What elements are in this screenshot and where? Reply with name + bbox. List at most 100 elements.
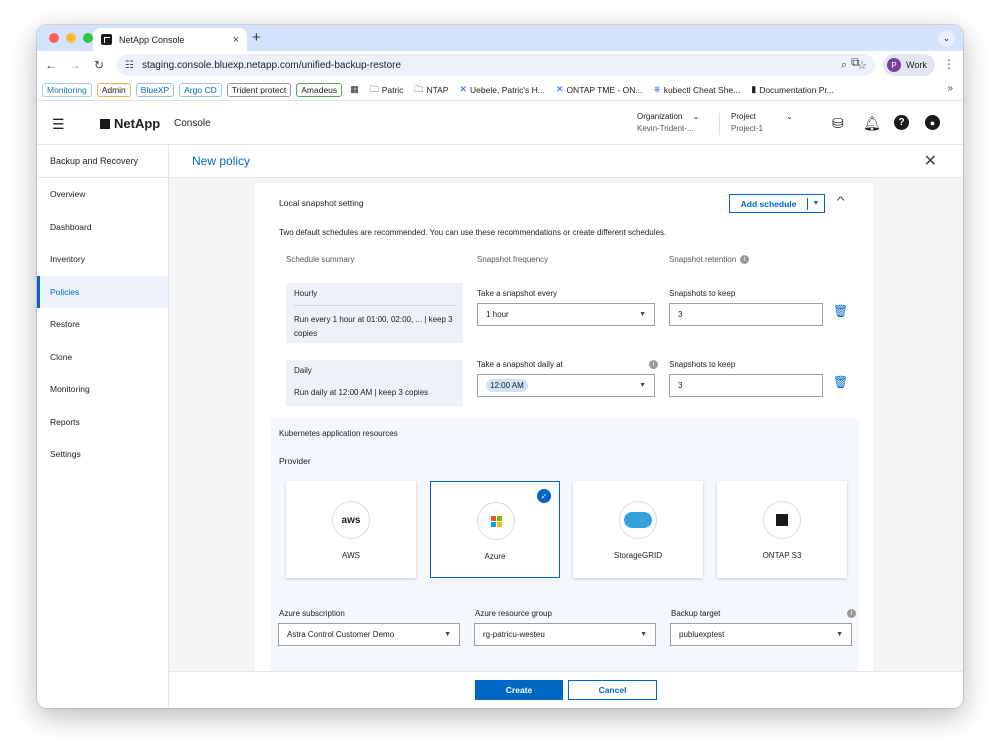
resource-group-value: rg-patricu-westeu: [483, 630, 545, 639]
bookmark-monitoring[interactable]: Monitoring: [42, 82, 92, 97]
page-header: New policy ✕: [169, 145, 963, 178]
browser-tab[interactable]: NetApp Console ×: [93, 28, 247, 51]
chevron-up-icon[interactable]: ^: [837, 195, 845, 207]
help-icon[interactable]: ?: [894, 115, 909, 130]
bookmark-folder-patric[interactable]: 🗀 Patric: [367, 82, 407, 98]
browser-window: NetApp Console × + ⌄ ← → ↻ ☷ staging.con…: [37, 25, 963, 708]
bookmark-documentation[interactable]: ▮ Documentation Pr...: [748, 84, 837, 95]
bookmarks-overflow-icon[interactable]: »: [947, 83, 953, 94]
sidebar-title: Backup and Recovery: [37, 145, 168, 178]
project-selector[interactable]: Project ⌄ Project-1: [731, 111, 793, 135]
hourly-frequency-select[interactable]: 1 hour ▼: [477, 303, 655, 326]
info-icon[interactable]: i: [847, 609, 856, 618]
close-icon[interactable]: ✕: [924, 151, 937, 171]
bookmark-amadeus[interactable]: Amadeus: [296, 82, 343, 97]
netapp-square: [776, 514, 788, 526]
sidebar-item-overview[interactable]: Overview: [37, 178, 168, 211]
info-icon[interactable]: i: [740, 255, 750, 265]
hourly-keep-input[interactable]: 3: [669, 303, 823, 326]
add-schedule-button[interactable]: Add schedule ▼: [729, 194, 825, 213]
provider-card-aws[interactable]: aws AWS: [286, 481, 416, 578]
bookmark-trident-protect[interactable]: Trident protect: [226, 82, 292, 97]
browser-menu-icon[interactable]: ⋮: [943, 57, 955, 71]
bookmark-ontap-tme[interactable]: ✕ ONTAP TME - ON...: [553, 84, 646, 95]
site-info-icon[interactable]: ☷: [125, 60, 134, 71]
back-icon[interactable]: ←: [39, 58, 63, 72]
subscription-value: Astra Control Customer Demo: [287, 630, 395, 639]
bookmark-kubectl[interactable]: ⎈ kubectl Cheat She...: [650, 84, 743, 95]
intro-text: Two default schedules are recommended. Y…: [279, 228, 667, 237]
organization-selector[interactable]: Organization ⌄ Kevin-Trident-...: [637, 111, 699, 135]
window-controls: [49, 33, 93, 43]
sidebar-item-restore[interactable]: Restore: [37, 308, 168, 341]
daily-keep-input[interactable]: 3: [669, 374, 823, 397]
close-window-button[interactable]: [49, 33, 59, 43]
workload-icon[interactable]: ⛁: [832, 115, 844, 132]
bookmark-label: Documentation Pr...: [759, 84, 834, 95]
extensions-icon[interactable]: ⧉: [851, 55, 860, 70]
bookmark-folder-ntap[interactable]: 🗀 NTAP: [411, 82, 451, 98]
cancel-button[interactable]: Cancel: [568, 680, 657, 700]
trash-icon[interactable]: 🗑︎: [833, 375, 848, 389]
maximize-window-button[interactable]: [83, 33, 93, 43]
reload-icon[interactable]: ↻: [87, 58, 111, 72]
hourly-title: Hourly: [294, 289, 455, 306]
bookmark-apps-grid[interactable]: ▦: [347, 84, 362, 95]
bookmark-bluexp[interactable]: BlueXP: [135, 82, 175, 97]
bookmark-label: NTAP: [426, 84, 449, 95]
info-icon[interactable]: i: [649, 360, 658, 369]
bookmark-admin[interactable]: Admin: [96, 82, 131, 97]
subscription-select[interactable]: Astra Control Customer Demo ▼: [278, 623, 460, 646]
bookmark-label: Patric: [381, 84, 404, 95]
sidebar-item-settings[interactable]: Settings: [37, 438, 168, 471]
main-panel: New policy ✕ Local snapshot setting Add …: [169, 145, 963, 708]
daily-time-select[interactable]: 12:00 AM ▼: [477, 374, 655, 397]
organization-label: Organization ⌄: [637, 112, 700, 121]
bookmark-argo-cd[interactable]: Argo CD: [179, 82, 222, 97]
sidebar-item-clone[interactable]: Clone: [37, 341, 168, 374]
brand-name: NetApp: [114, 116, 161, 131]
profile-name: Work: [906, 60, 927, 70]
tab-search-button[interactable]: ⌄: [938, 30, 955, 47]
kubernetes-icon: ⎈: [653, 84, 661, 94]
daily-time-value-wrap: 12:00 AM: [486, 379, 639, 392]
chevron-down-icon: ⌄: [786, 112, 793, 121]
caret-down-icon: ▼: [640, 631, 647, 638]
backup-target-select[interactable]: publuexptest ▼: [670, 623, 852, 646]
provider-card-azure[interactable]: Azure ✓: [430, 481, 560, 578]
hamburger-menu-icon[interactable]: ☰: [52, 116, 65, 133]
console-label: Console: [174, 118, 211, 129]
address-bar[interactable]: ☷ staging.console.bluexp.netapp.com/unif…: [117, 54, 875, 76]
sidebar-item-dashboard[interactable]: Dashboard: [37, 211, 168, 244]
confluence-icon: ✕: [459, 84, 468, 94]
sidebar: Backup and Recovery Overview Dashboard I…: [37, 145, 169, 708]
user-account-icon[interactable]: ●: [925, 115, 940, 130]
netapp-logo[interactable]: NetApp: [100, 116, 160, 131]
aws-logo-text: aws: [341, 514, 361, 526]
sidebar-item-policies[interactable]: Policies: [37, 275, 168, 308]
bookmark-uebele[interactable]: ✕ Uebele, Patric's H...: [456, 84, 547, 95]
resource-group-select[interactable]: rg-patricu-westeu ▼: [474, 623, 656, 646]
chevron-down-icon: ⌄: [692, 112, 700, 121]
provider-name: ONTAP S3: [762, 551, 802, 560]
forward-icon[interactable]: →: [63, 58, 87, 72]
daily-keep-label: Snapshots to keep: [669, 360, 736, 369]
tab-close-icon[interactable]: ×: [233, 34, 239, 46]
new-tab-button[interactable]: +: [252, 29, 261, 46]
minimize-window-button[interactable]: [66, 33, 76, 43]
zoom-icon[interactable]: ⌕: [841, 59, 847, 72]
sidebar-item-monitoring[interactable]: Monitoring: [37, 373, 168, 406]
profile-button[interactable]: P Work: [883, 54, 935, 76]
sidebar-item-inventory[interactable]: Inventory: [37, 243, 168, 276]
project-value: Project-1: [731, 124, 764, 133]
provider-name: StorageGRID: [613, 551, 663, 560]
create-button[interactable]: Create: [475, 680, 563, 700]
provider-card-storagegrid[interactable]: StorageGRID: [573, 481, 703, 578]
trash-icon[interactable]: 🗑︎: [833, 304, 848, 318]
caret-down-icon[interactable]: ▼: [808, 200, 824, 207]
microsoft-logo-icon: [477, 502, 515, 540]
sidebar-item-reports[interactable]: Reports: [37, 406, 168, 439]
bell-icon[interactable]: 🔔︎: [863, 115, 881, 132]
provider-card-ontap-s3[interactable]: ONTAP S3: [717, 481, 847, 578]
netapp-mark-icon: [763, 501, 801, 539]
